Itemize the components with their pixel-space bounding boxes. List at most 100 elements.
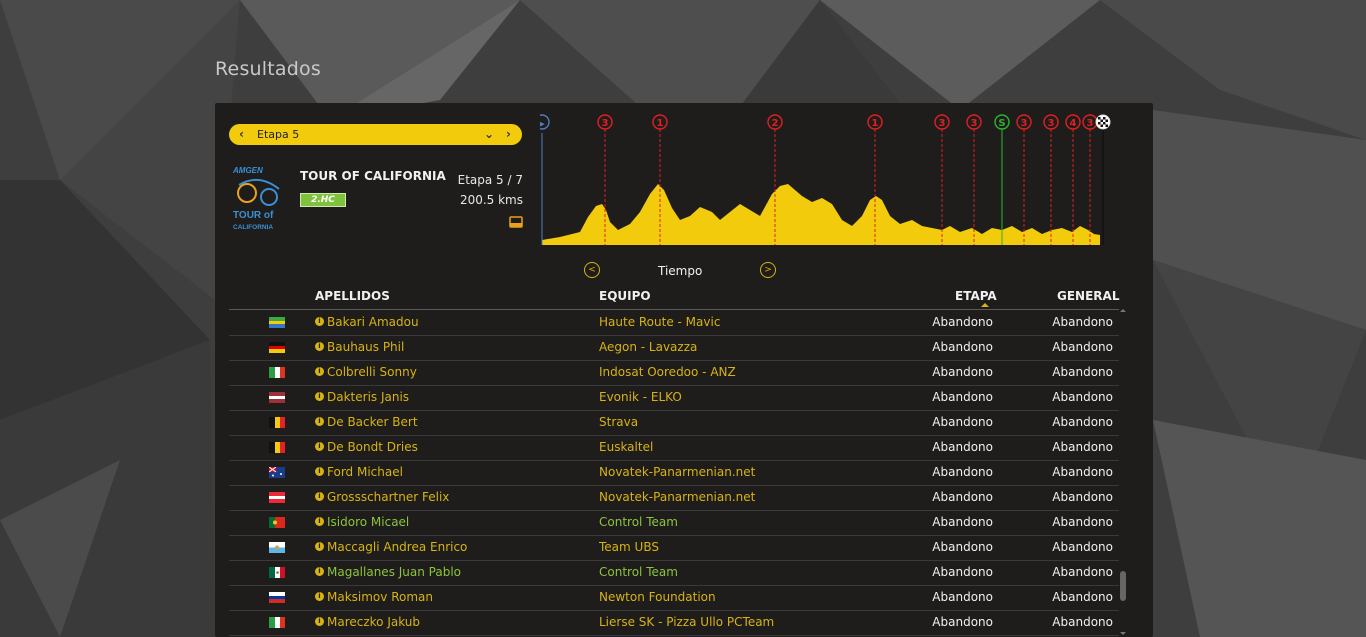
rider-name[interactable]: De Backer Bert [327,415,418,429]
marker-label: 3 [602,118,609,129]
team-name[interactable]: Team UBS [599,540,659,554]
info-icon[interactable]: i [315,417,324,426]
climb-marker[interactable]: 3 [1016,114,1032,245]
results-type-label: Tiempo [658,264,703,278]
flag-italy-icon [269,617,285,628]
table-row: i Ford Michael Novatek-Panarmenian.net Aban… [229,461,1119,486]
rider-name[interactable]: Ford Michael [327,465,403,479]
general-result: Abandono [1052,490,1113,504]
rider-name[interactable]: De Bondt Dries [327,440,418,454]
stage-result: Abandono [932,565,993,579]
team-name[interactable]: Novatek-Panarmenian.net [599,490,755,504]
table-scrollbar[interactable] [1120,309,1126,635]
marker-label: S [998,118,1005,129]
team-name[interactable]: Control Team [599,565,678,579]
rider-name[interactable]: Dakteris Janis [327,390,409,404]
info-icon[interactable]: i [315,367,324,376]
table-row: i Dakteris Janis Evonik - ELKO Abandono Aban… [229,386,1119,411]
info-icon[interactable]: i [315,442,324,451]
climb-marker[interactable]: 3 [966,114,982,245]
info-icon[interactable]: i [315,542,324,551]
flag-russia-icon [269,592,285,603]
info-icon[interactable]: i [315,567,324,576]
climb-marker[interactable]: 3 [1043,114,1059,245]
general-result: Abandono [1052,415,1113,429]
svg-text:TOUR of: TOUR of [233,210,274,221]
rider-name[interactable]: Mareczko Jakub [327,615,420,629]
race-logo: AMGEN TOUR of CALIFORNIA [232,166,280,231]
table-row: i Maksimov Roman Newton Foundation Abandono… [229,586,1119,611]
table-row: i Mareczko Jakub Lierse SK - Pizza Ullo PC… [229,611,1119,636]
team-name[interactable]: Euskaltel [599,440,653,454]
scroll-up-icon[interactable] [1120,309,1126,312]
chevron-down-icon[interactable]: ⌄ [484,124,494,145]
climb-marker[interactable]: 3 [1082,114,1098,245]
results-table-header: APELLIDOS EQUIPO ETAPA GENERAL [229,283,1119,310]
info-icon[interactable]: i [315,317,324,326]
column-stage[interactable]: ETAPA [955,289,997,303]
finish-flag-icon[interactable] [1095,114,1111,245]
rider-name[interactable]: Bakari Amadou [327,315,419,329]
team-name[interactable]: Newton Foundation [599,590,716,604]
rider-name[interactable]: Magallanes Juan Pablo [327,565,461,579]
team-name[interactable]: Haute Route - Mavic [599,315,720,329]
general-result: Abandono [1052,315,1113,329]
table-row: i De Backer Bert Strava Abandono Abandono [229,411,1119,436]
info-icon[interactable]: i [315,592,324,601]
stage-result: Abandono [932,340,993,354]
rider-name[interactable]: Colbrelli Sonny [327,365,417,379]
table-row: i Isidoro Micael Control Team Abandono Aband… [229,511,1119,536]
stage-type-icon[interactable] [509,216,523,228]
flag-belgium-icon [269,442,285,453]
scroll-thumb[interactable] [1120,571,1126,601]
flag-latvia-icon [269,392,285,403]
marker-label: 3 [1021,118,1028,129]
rider-name[interactable]: Maccagli Andrea Enrico [327,540,467,554]
rider-name[interactable]: Isidoro Micael [327,515,409,529]
team-name[interactable]: Control Team [599,515,678,529]
start-marker-icon[interactable]: ▶ [540,114,550,130]
marker-label: 3 [1087,118,1094,129]
info-icon[interactable]: i [315,342,324,351]
marker-label: 3 [939,118,946,129]
info-icon[interactable]: i [315,467,324,476]
marker-label: 1 [657,118,664,129]
stage-result: Abandono [932,540,993,554]
scroll-down-icon[interactable] [1120,632,1126,635]
team-name[interactable]: Lierse SK - Pizza Ullo PCTeam [599,615,774,629]
column-team[interactable]: EQUIPO [599,289,651,303]
circle-chevron-right-icon[interactable]: > [760,262,776,278]
stage-result: Abandono [932,365,993,379]
column-rider[interactable]: APELLIDOS [315,289,390,303]
team-name[interactable]: Indosat Ooredoo - ANZ [599,365,736,379]
sprint-marker[interactable]: S [994,114,1010,245]
rider-name[interactable]: Bauhaus Phil [327,340,404,354]
climb-marker[interactable]: 3 [934,114,950,245]
table-row: i Bauhaus Phil Aegon - Lavazza Abandono Aban… [229,336,1119,361]
chevron-right-icon[interactable]: › [506,124,511,145]
team-name[interactable]: Evonik - ELKO [599,390,682,404]
results-table-body: i Bakari Amadou Haute Route - Mavic Abandon… [229,311,1119,636]
marker-label: 2 [772,118,779,129]
column-general[interactable]: GENERAL [1057,289,1119,303]
climb-marker[interactable]: 4 [1065,114,1081,245]
circle-chevron-left-icon[interactable]: < [584,262,600,278]
flag-san-marino-icon [269,542,285,553]
info-icon[interactable]: i [315,617,324,626]
team-name[interactable]: Aegon - Lavazza [599,340,697,354]
chevron-left-icon[interactable]: ‹ [239,124,244,145]
stage-selector[interactable]: ‹ Etapa 5 ⌄ › [229,124,522,145]
rider-name[interactable]: Maksimov Roman [327,590,433,604]
general-result: Abandono [1052,465,1113,479]
info-icon[interactable]: i [315,517,324,526]
team-name[interactable]: Strava [599,415,638,429]
general-result: Abandono [1052,590,1113,604]
team-name[interactable]: Novatek-Panarmenian.net [599,465,755,479]
svg-text:CALIFORNIA: CALIFORNIA [233,224,273,231]
info-icon[interactable]: i [315,392,324,401]
race-category-badge: 2.HC [300,193,346,207]
info-icon[interactable]: i [315,492,324,501]
stage-result: Abandono [932,615,993,629]
marker-label: 3 [971,118,978,129]
rider-name[interactable]: Grossschartner Felix [327,490,449,504]
